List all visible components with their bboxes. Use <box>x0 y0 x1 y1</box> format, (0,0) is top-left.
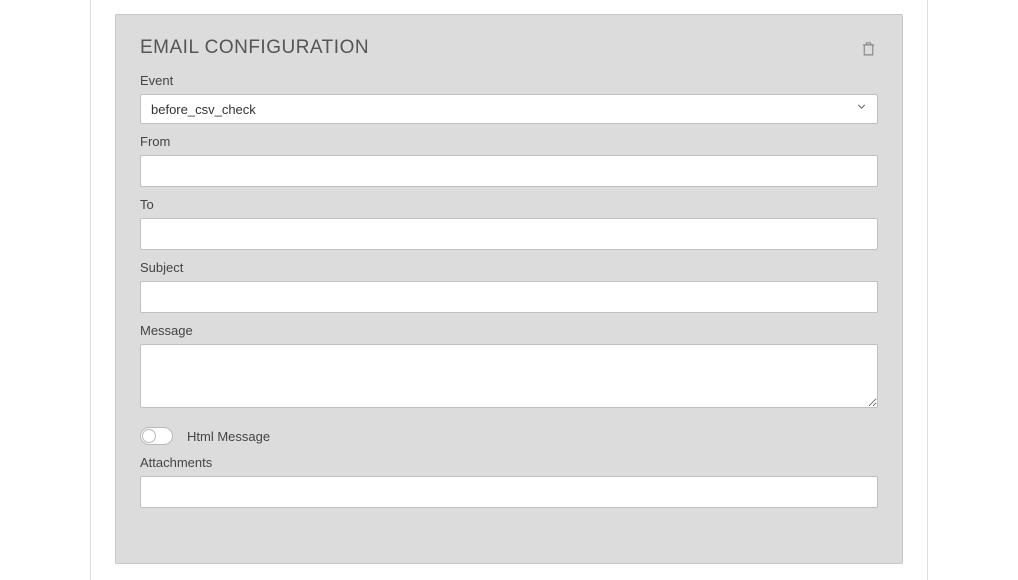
form-card: EMAIL CONFIGURATION Event <box>90 0 928 580</box>
attachments-label: Attachments <box>140 455 878 470</box>
attachments-input[interactable] <box>140 476 878 508</box>
event-field-group: Event <box>140 73 878 124</box>
subject-label: Subject <box>140 260 878 275</box>
to-input[interactable] <box>140 218 878 250</box>
message-label: Message <box>140 323 878 338</box>
from-field-group: From <box>140 134 878 187</box>
html-message-label: Html Message <box>187 429 270 444</box>
subject-field-group: Subject <box>140 260 878 313</box>
html-message-toggle[interactable] <box>140 427 173 445</box>
from-input[interactable] <box>140 155 878 187</box>
to-field-group: To <box>140 197 878 250</box>
event-label: Event <box>140 73 878 88</box>
message-textarea[interactable] <box>140 344 878 408</box>
event-select-wrap <box>140 94 878 124</box>
html-message-row: Html Message <box>140 427 878 445</box>
attachments-field-group: Attachments <box>140 455 878 508</box>
toggle-knob <box>142 429 156 443</box>
delete-button[interactable] <box>858 38 878 58</box>
subject-input[interactable] <box>140 281 878 313</box>
message-field-group: Message <box>140 323 878 413</box>
trash-icon <box>860 40 877 57</box>
panel-header: EMAIL CONFIGURATION <box>140 15 878 63</box>
event-select[interactable] <box>140 94 878 124</box>
panel-title: EMAIL CONFIGURATION <box>140 37 369 59</box>
to-label: To <box>140 197 878 212</box>
from-label: From <box>140 134 878 149</box>
email-configuration-panel: EMAIL CONFIGURATION Event <box>115 14 903 564</box>
